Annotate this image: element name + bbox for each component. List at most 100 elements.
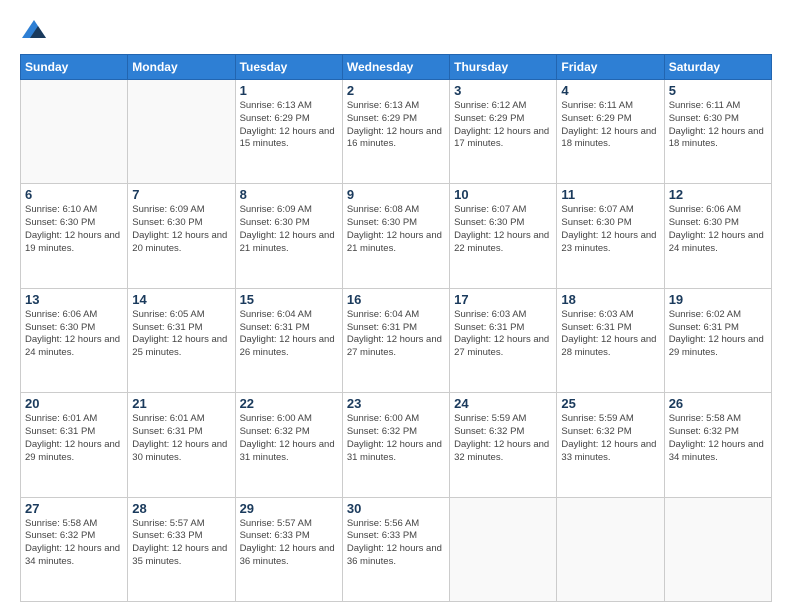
day-info: Sunrise: 6:07 AM Sunset: 6:30 PM Dayligh…: [454, 204, 552, 255]
header: [20, 16, 772, 44]
calendar-cell: 8 Sunrise: 6:09 AM Sunset: 6:30 PM Daylig…: [235, 184, 342, 288]
day-number: 12: [669, 187, 767, 202]
calendar-table: SundayMondayTuesdayWednesdayThursdayFrid…: [20, 54, 772, 602]
day-number: 5: [669, 83, 767, 98]
day-number: 4: [561, 83, 659, 98]
day-info: Sunrise: 5:57 AM Sunset: 6:33 PM Dayligh…: [240, 518, 338, 569]
day-info: Sunrise: 6:03 AM Sunset: 6:31 PM Dayligh…: [454, 309, 552, 360]
calendar-header-saturday: Saturday: [664, 55, 771, 80]
day-number: 11: [561, 187, 659, 202]
day-info: Sunrise: 6:04 AM Sunset: 6:31 PM Dayligh…: [347, 309, 445, 360]
day-number: 18: [561, 292, 659, 307]
day-number: 2: [347, 83, 445, 98]
day-number: 27: [25, 501, 123, 516]
day-number: 8: [240, 187, 338, 202]
day-info: Sunrise: 5:56 AM Sunset: 6:33 PM Dayligh…: [347, 518, 445, 569]
calendar-header-row: SundayMondayTuesdayWednesdayThursdayFrid…: [21, 55, 772, 80]
day-info: Sunrise: 5:59 AM Sunset: 6:32 PM Dayligh…: [561, 413, 659, 464]
day-number: 15: [240, 292, 338, 307]
calendar-cell: 28 Sunrise: 5:57 AM Sunset: 6:33 PM Dayli…: [128, 497, 235, 601]
calendar-header-sunday: Sunday: [21, 55, 128, 80]
logo: [20, 16, 52, 44]
calendar-cell: 4 Sunrise: 6:11 AM Sunset: 6:29 PM Daylig…: [557, 80, 664, 184]
calendar-cell: 2Sunrise: 6:13 AM Sunset: 6:29 PM Daylig…: [342, 80, 449, 184]
day-info: Sunrise: 6:06 AM Sunset: 6:30 PM Dayligh…: [25, 309, 123, 360]
calendar-cell: 9 Sunrise: 6:08 AM Sunset: 6:30 PM Daylig…: [342, 184, 449, 288]
calendar-cell: 14 Sunrise: 6:05 AM Sunset: 6:31 PM Dayli…: [128, 288, 235, 392]
calendar-cell: 10 Sunrise: 6:07 AM Sunset: 6:30 PM Dayli…: [450, 184, 557, 288]
calendar-cell: 16 Sunrise: 6:04 AM Sunset: 6:31 PM Dayli…: [342, 288, 449, 392]
day-number: 10: [454, 187, 552, 202]
day-info: Sunrise: 6:10 AM Sunset: 6:30 PM Dayligh…: [25, 204, 123, 255]
day-info: Sunrise: 6:11 AM Sunset: 6:29 PM Dayligh…: [561, 100, 659, 151]
day-info: Sunrise: 6:03 AM Sunset: 6:31 PM Dayligh…: [561, 309, 659, 360]
logo-icon: [20, 16, 48, 44]
day-info: Sunrise: 6:12 AM Sunset: 6:29 PM Dayligh…: [454, 100, 552, 151]
day-info: Sunrise: 6:09 AM Sunset: 6:30 PM Dayligh…: [240, 204, 338, 255]
calendar-week-3: 13 Sunrise: 6:06 AM Sunset: 6:30 PM Dayli…: [21, 288, 772, 392]
calendar-cell: [450, 497, 557, 601]
day-number: 25: [561, 396, 659, 411]
calendar-cell: 5 Sunrise: 6:11 AM Sunset: 6:30 PM Daylig…: [664, 80, 771, 184]
day-info: Sunrise: 6:13 AM Sunset: 6:29 PM Dayligh…: [240, 100, 338, 151]
calendar-cell: 18 Sunrise: 6:03 AM Sunset: 6:31 PM Dayli…: [557, 288, 664, 392]
day-number: 7: [132, 187, 230, 202]
day-number: 19: [669, 292, 767, 307]
day-number: 6: [25, 187, 123, 202]
day-number: 26: [669, 396, 767, 411]
day-info: Sunrise: 6:01 AM Sunset: 6:31 PM Dayligh…: [25, 413, 123, 464]
calendar-cell: 12 Sunrise: 6:06 AM Sunset: 6:30 PM Dayli…: [664, 184, 771, 288]
day-number: 16: [347, 292, 445, 307]
day-number: 24: [454, 396, 552, 411]
calendar-cell: 6 Sunrise: 6:10 AM Sunset: 6:30 PM Daylig…: [21, 184, 128, 288]
calendar-cell: 7 Sunrise: 6:09 AM Sunset: 6:30 PM Daylig…: [128, 184, 235, 288]
day-number: 29: [240, 501, 338, 516]
calendar-cell: 21Sunrise: 6:01 AM Sunset: 6:31 PM Dayli…: [128, 393, 235, 497]
day-info: Sunrise: 6:06 AM Sunset: 6:30 PM Dayligh…: [669, 204, 767, 255]
day-info: Sunrise: 6:04 AM Sunset: 6:31 PM Dayligh…: [240, 309, 338, 360]
day-info: Sunrise: 6:00 AM Sunset: 6:32 PM Dayligh…: [240, 413, 338, 464]
page: SundayMondayTuesdayWednesdayThursdayFrid…: [0, 0, 792, 612]
calendar-cell: 19 Sunrise: 6:02 AM Sunset: 6:31 PM Dayli…: [664, 288, 771, 392]
day-info: Sunrise: 6:00 AM Sunset: 6:32 PM Dayligh…: [347, 413, 445, 464]
calendar-header-thursday: Thursday: [450, 55, 557, 80]
calendar-cell: 13 Sunrise: 6:06 AM Sunset: 6:30 PM Dayli…: [21, 288, 128, 392]
day-number: 30: [347, 501, 445, 516]
calendar-cell: 30 Sunrise: 5:56 AM Sunset: 6:33 PM Dayli…: [342, 497, 449, 601]
calendar-cell: 22 Sunrise: 6:00 AM Sunset: 6:32 PM Dayli…: [235, 393, 342, 497]
calendar-week-2: 6 Sunrise: 6:10 AM Sunset: 6:30 PM Daylig…: [21, 184, 772, 288]
day-info: Sunrise: 5:59 AM Sunset: 6:32 PM Dayligh…: [454, 413, 552, 464]
calendar-cell: 17 Sunrise: 6:03 AM Sunset: 6:31 PM Dayli…: [450, 288, 557, 392]
calendar-cell: [21, 80, 128, 184]
day-number: 3: [454, 83, 552, 98]
day-number: 9: [347, 187, 445, 202]
calendar-week-4: 20Sunrise: 6:01 AM Sunset: 6:31 PM Dayli…: [21, 393, 772, 497]
day-info: Sunrise: 6:07 AM Sunset: 6:30 PM Dayligh…: [561, 204, 659, 255]
day-info: Sunrise: 6:11 AM Sunset: 6:30 PM Dayligh…: [669, 100, 767, 151]
day-info: Sunrise: 5:58 AM Sunset: 6:32 PM Dayligh…: [669, 413, 767, 464]
calendar-cell: 29 Sunrise: 5:57 AM Sunset: 6:33 PM Dayli…: [235, 497, 342, 601]
calendar-cell: 26 Sunrise: 5:58 AM Sunset: 6:32 PM Dayli…: [664, 393, 771, 497]
day-info: Sunrise: 6:08 AM Sunset: 6:30 PM Dayligh…: [347, 204, 445, 255]
calendar-cell: 23Sunrise: 6:00 AM Sunset: 6:32 PM Dayli…: [342, 393, 449, 497]
calendar-cell: 27Sunrise: 5:58 AM Sunset: 6:32 PM Dayli…: [21, 497, 128, 601]
day-number: 21: [132, 396, 230, 411]
calendar-cell: 25 Sunrise: 5:59 AM Sunset: 6:32 PM Dayli…: [557, 393, 664, 497]
day-info: Sunrise: 6:05 AM Sunset: 6:31 PM Dayligh…: [132, 309, 230, 360]
calendar-cell: 20Sunrise: 6:01 AM Sunset: 6:31 PM Dayli…: [21, 393, 128, 497]
day-number: 14: [132, 292, 230, 307]
day-number: 22: [240, 396, 338, 411]
calendar-cell: 15 Sunrise: 6:04 AM Sunset: 6:31 PM Dayli…: [235, 288, 342, 392]
calendar-header-tuesday: Tuesday: [235, 55, 342, 80]
day-number: 28: [132, 501, 230, 516]
day-number: 1: [240, 83, 338, 98]
calendar-header-monday: Monday: [128, 55, 235, 80]
day-number: 17: [454, 292, 552, 307]
day-info: Sunrise: 6:02 AM Sunset: 6:31 PM Dayligh…: [669, 309, 767, 360]
calendar-header-wednesday: Wednesday: [342, 55, 449, 80]
day-number: 13: [25, 292, 123, 307]
calendar-cell: 1 Sunrise: 6:13 AM Sunset: 6:29 PM Daylig…: [235, 80, 342, 184]
day-info: Sunrise: 5:57 AM Sunset: 6:33 PM Dayligh…: [132, 518, 230, 569]
day-info: Sunrise: 6:09 AM Sunset: 6:30 PM Dayligh…: [132, 204, 230, 255]
calendar-week-5: 27Sunrise: 5:58 AM Sunset: 6:32 PM Dayli…: [21, 497, 772, 601]
